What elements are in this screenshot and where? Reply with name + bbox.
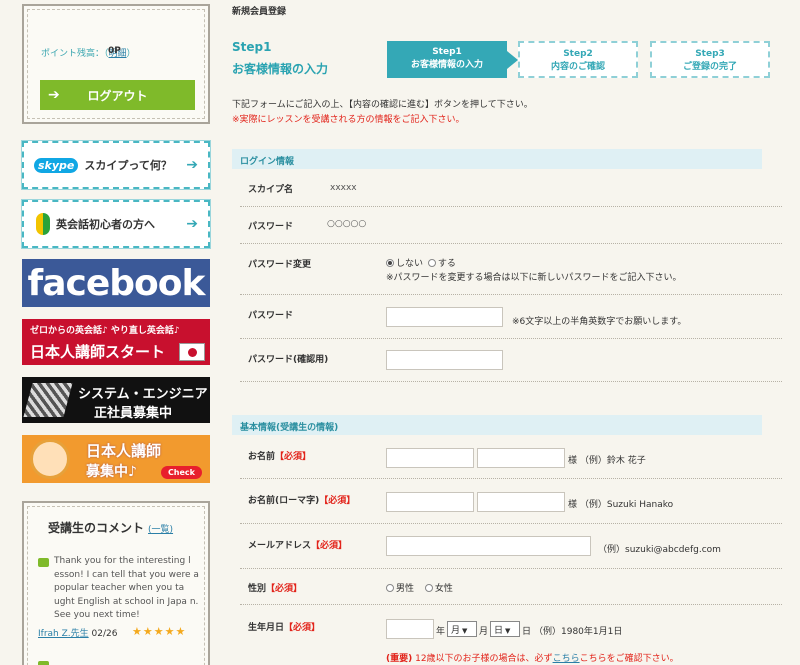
arrow-right-icon: ➔ xyxy=(186,157,198,173)
arrow-right-icon: ➔ xyxy=(48,87,60,103)
basic-section-title: 基本情報(受講生の情報) xyxy=(232,415,762,435)
comment-text: Thank you for the interesting l esson! I… xyxy=(54,556,199,620)
first-name-input[interactable] xyxy=(477,448,565,468)
new-password-label: パスワード xyxy=(248,311,294,321)
form-warning: ※実際にレッスンを受講される方の情報をご記入下さい。 xyxy=(232,115,465,125)
last-name-input[interactable] xyxy=(386,448,474,468)
dropdown-icon: ▼ xyxy=(505,627,511,635)
comments-list-link[interactable]: (一覧) xyxy=(148,525,173,535)
engineer-recruit-banner[interactable]: システム・エンジニア 正社員募集中 xyxy=(22,377,210,423)
month-suffix: 月 xyxy=(479,627,489,637)
step-indicator-2: Step2 内容のご確認 xyxy=(518,41,638,78)
teacher-banner-check: Check xyxy=(160,466,202,479)
email-label: メールアドレス【必須】 xyxy=(248,541,348,551)
birth-day-select[interactable]: 日 ▼ xyxy=(490,621,520,637)
teacher-banner-line2: 募集中♪ xyxy=(86,464,137,480)
roman-last-name-input[interactable] xyxy=(386,492,474,512)
step-arrow-icon xyxy=(507,51,518,69)
points-value: 0P xyxy=(108,46,121,56)
beginner-mark-icon xyxy=(36,213,50,235)
password-change-options: しない する xyxy=(386,256,456,269)
gender-options: 男性 女性 xyxy=(386,581,453,594)
step-heading: Step1 お客様情報の入力 xyxy=(232,40,328,77)
birthdate-example: （例）1980年1月1日 xyxy=(534,627,623,637)
birth-month-select[interactable]: 月 ▼ xyxy=(447,621,477,637)
roman-name-example: 様 （例）Suzuki Hanako xyxy=(568,500,674,510)
child-warning: (重要) 12歳以下のお子様の場合は、必ずこちらこちらをご確認下さい。 xyxy=(386,654,679,664)
star-rating-icon: ★★★★★ xyxy=(132,625,187,638)
breadcrumb: 新規会員登録 xyxy=(232,7,287,17)
step-heading-subtitle: お客様情報の入力 xyxy=(232,62,329,76)
birth-year-input[interactable] xyxy=(386,619,434,639)
student-comments-panel: 受講生のコメント (一覧) Thank you for the interesti… xyxy=(22,501,210,665)
password-change-note: ※パスワードを変更する場合は以下に新しいパスワードをご記入下さい。 xyxy=(386,273,682,283)
name-label: お名前【必須】 xyxy=(248,452,312,462)
login-section-title: ログイン情報 xyxy=(232,149,762,169)
logout-label: ログアウト xyxy=(87,88,148,103)
account-panel: ポイント残高： 0P （明細） ➔ ログアウト xyxy=(22,4,210,124)
child-warning-link[interactable]: こちら xyxy=(553,654,580,664)
comment-date: 02/26 xyxy=(91,629,118,639)
teacher-avatar-icon xyxy=(30,439,70,479)
facebook-banner[interactable]: facebook xyxy=(22,259,210,307)
comment-author-row: Ifrah Z.先生 02/26 xyxy=(38,626,117,639)
speech-bubble-icon xyxy=(38,558,49,567)
step-heading-number: Step1 xyxy=(232,40,272,54)
password-label: パスワード xyxy=(248,222,294,232)
birthdate-label: 生年月日【必須】 xyxy=(248,623,321,633)
dropdown-icon: ▼ xyxy=(462,627,468,635)
banner-start-tagline: ゼロからの英会話♪ やり直し英会話♪ xyxy=(30,326,180,336)
skype-name-value: xxxxx xyxy=(330,183,357,193)
change-no-radio[interactable] xyxy=(386,259,394,267)
comments-title: 受講生のコメント (一覧) xyxy=(48,521,174,535)
comment-author-link[interactable]: Ifrah Z.先生 xyxy=(38,629,89,639)
email-example: （例）suzuki@abcdefg.com xyxy=(598,545,721,555)
skype-logo-icon: skype xyxy=(34,157,79,173)
speech-bubble-icon xyxy=(38,661,49,665)
change-yes-radio[interactable] xyxy=(427,259,436,267)
engineer-banner-line2: 正社員募集中 xyxy=(94,406,173,421)
engineer-banner-line1: システム・エンジニア xyxy=(78,387,208,402)
step-indicator-3: Step3 ご登録の完了 xyxy=(650,41,770,78)
day-suffix: 日 xyxy=(522,627,532,637)
teacher-recruit-banner[interactable]: 日本人講師 募集中♪ Check xyxy=(22,435,210,483)
new-password-note: ※6文字以上の半角英数字でお願いします。 xyxy=(512,317,687,327)
roman-name-label: お名前(ローマ字)【必須】 xyxy=(248,496,356,506)
beginner-info-button[interactable]: 英会話初心者の方へ ➔ xyxy=(21,199,211,249)
confirm-password-input[interactable] xyxy=(386,350,503,370)
roman-first-name-input[interactable] xyxy=(477,492,565,512)
skype-name-label: スカイプ名 xyxy=(248,185,294,195)
name-example: 様 （例）鈴木 花子 xyxy=(568,456,646,466)
beginner-info-label: 英会話初心者の方へ xyxy=(56,218,155,231)
skype-info-label: スカイプって何？ xyxy=(84,159,172,172)
email-input[interactable] xyxy=(386,536,591,556)
points-label: ポイント残高： xyxy=(41,49,105,59)
password-change-label: パスワード変更 xyxy=(248,260,312,270)
year-suffix: 年 xyxy=(436,627,446,637)
points-balance: ポイント残高： 0P （明細） xyxy=(41,46,136,59)
password-value: ○○○○○ xyxy=(327,219,367,229)
gender-label: 性別【必須】 xyxy=(248,584,303,594)
japan-flag-icon xyxy=(179,343,205,361)
banner-start-title: 日本人講師スタート xyxy=(30,343,166,361)
skype-info-button[interactable]: skype スカイプって何？ ➔ xyxy=(21,140,211,190)
arrow-right-icon: ➔ xyxy=(186,216,198,232)
logout-button[interactable]: ➔ ログアウト xyxy=(40,80,195,110)
teacher-banner-line1: 日本人講師 xyxy=(86,442,162,460)
japanese-teacher-start-banner[interactable]: ゼロからの英会話♪ やり直し英会話♪ 日本人講師スタート xyxy=(22,319,210,365)
confirm-password-label: パスワード(確認用) xyxy=(248,355,329,365)
gender-male-radio[interactable] xyxy=(386,584,394,592)
laptop-icon xyxy=(23,383,73,417)
gender-female-radio[interactable] xyxy=(424,584,433,592)
step-indicator-1: Step1 お客様情報の入力 xyxy=(387,41,518,78)
new-password-input[interactable] xyxy=(386,307,503,327)
form-instructions: 下記フォームにご記入の上、【内容の確認に進む】ボタンを押して下さい。 xyxy=(232,100,533,110)
